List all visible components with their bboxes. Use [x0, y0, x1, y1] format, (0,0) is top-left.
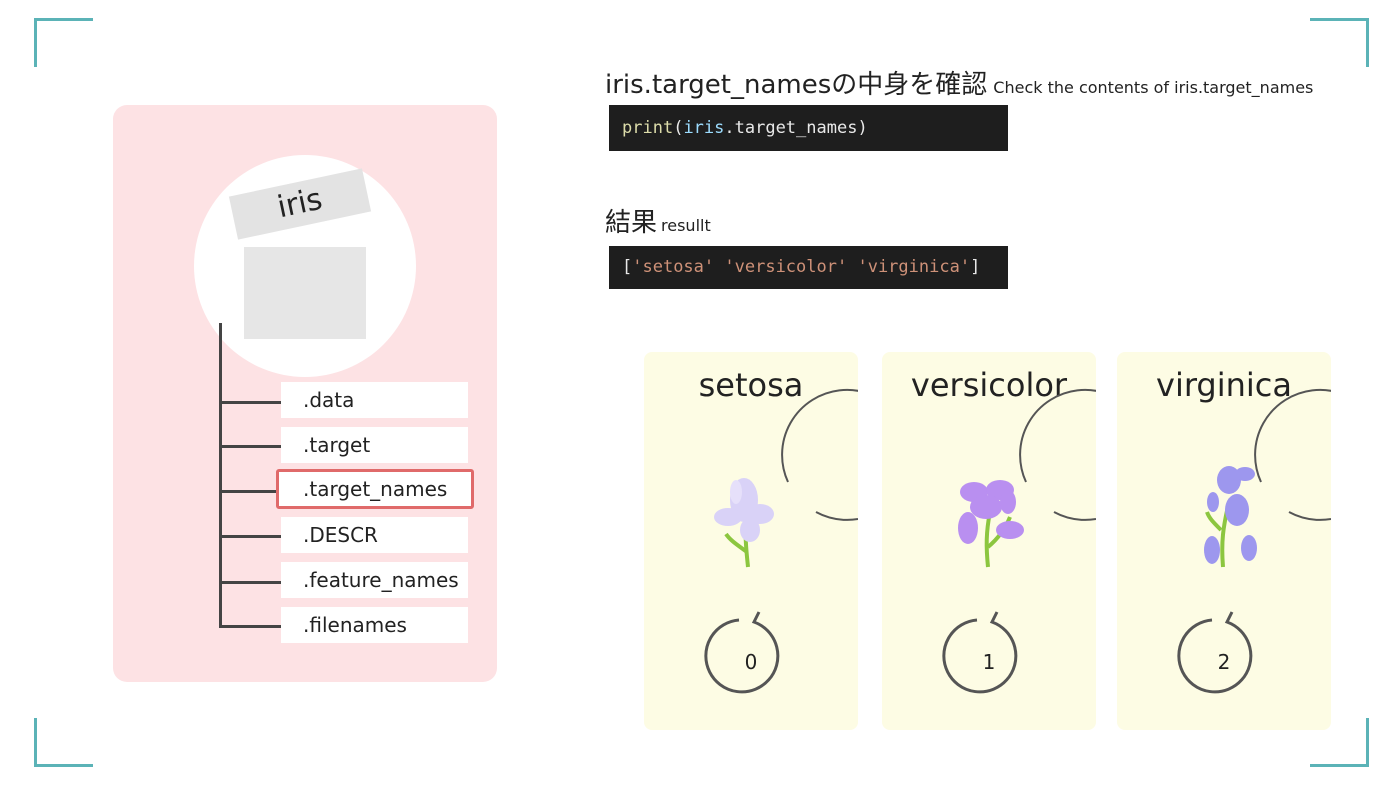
species-index: 2	[1217, 650, 1231, 674]
section-heading: iris.target_namesの中身を確認 Check the content…	[605, 64, 1313, 101]
attr-feature-names[interactable]: .feature_names	[281, 562, 468, 598]
species-index: 1	[982, 650, 996, 674]
code-var: iris	[683, 118, 725, 138]
flower-icon	[958, 480, 1024, 568]
corner-top-left	[34, 18, 93, 67]
output-close-bracket: ]	[970, 257, 981, 277]
code-block[interactable]: print(iris.target_names)	[609, 105, 1008, 151]
tree-branch	[219, 625, 281, 628]
corner-bottom-left	[34, 718, 93, 767]
result-title: 結果	[605, 208, 658, 238]
attr-data[interactable]: .data	[281, 382, 468, 418]
code-fn: print	[622, 118, 674, 138]
output-setosa: 'setosa'	[632, 257, 715, 277]
tree-branch	[219, 445, 281, 448]
output-versicolor: 'versicolor'	[724, 257, 848, 277]
iris-object-box	[244, 247, 366, 339]
tree-branch	[219, 535, 281, 538]
heading-subtitle: Check the contents of iris.target_names	[993, 78, 1314, 97]
attr-target[interactable]: .target	[281, 427, 468, 463]
flower-icon	[1204, 466, 1257, 568]
species-card-virginica: virginica 2	[1117, 352, 1331, 730]
flower-icon	[714, 478, 774, 568]
code-paren: (	[673, 118, 684, 138]
corner-top-right	[1310, 18, 1369, 67]
output-block[interactable]: ['setosa' 'versicolor' 'virginica']	[609, 246, 1008, 289]
species-card-versicolor: versicolor 1	[882, 352, 1096, 730]
heading-title: iris.target_namesの中身を確認	[605, 70, 988, 100]
result-subtitle: resullt	[661, 216, 711, 235]
tree-branch	[219, 490, 281, 493]
code-rest: .target_names)	[724, 118, 868, 138]
output-virginica: 'virginica'	[857, 257, 971, 277]
attr-descr[interactable]: .DESCR	[281, 517, 468, 553]
tree-branch	[219, 581, 281, 584]
species-card-setosa: setosa 0	[644, 352, 858, 730]
iris-object-panel: iris .data .target .target_names .DESCR …	[113, 105, 497, 682]
output-open-bracket: [	[622, 257, 633, 277]
tree-branch	[219, 401, 281, 404]
result-heading: 結果 resullt	[605, 202, 711, 239]
attr-target-names[interactable]: .target_names	[276, 469, 474, 509]
species-index: 0	[744, 650, 758, 674]
attr-filenames[interactable]: .filenames	[281, 607, 468, 643]
